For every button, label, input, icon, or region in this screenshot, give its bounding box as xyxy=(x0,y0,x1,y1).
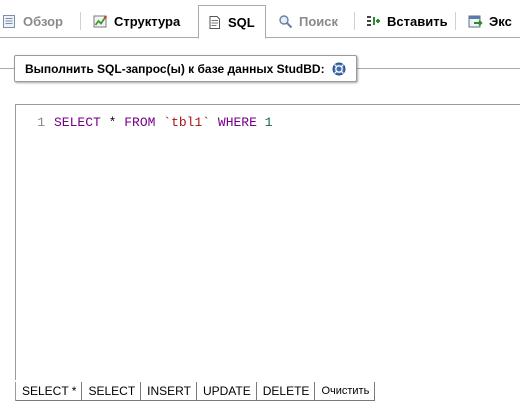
export-icon xyxy=(468,14,483,29)
line-number: 1 xyxy=(37,115,45,130)
structure-icon xyxy=(93,14,108,29)
tab-export-label: Экс xyxy=(489,14,512,29)
tab-export[interactable]: Экс xyxy=(468,5,512,38)
tab-divider xyxy=(455,12,456,30)
browse-icon xyxy=(2,14,17,29)
legend-text: Выполнить SQL-запрос(ы) к базе данных St… xyxy=(25,61,325,76)
token-star: * xyxy=(108,115,117,130)
tab-search[interactable]: Поиск xyxy=(278,5,338,38)
select-star-button[interactable]: SELECT * xyxy=(16,382,83,401)
sql-icon xyxy=(207,15,222,30)
insert-button[interactable]: INSERT xyxy=(141,382,197,401)
code-line: 1 SELECT * FROM `tbl1` WHERE 1 xyxy=(16,114,273,132)
code-text: SELECT * FROM `tbl1` WHERE 1 xyxy=(54,114,273,132)
tab-divider xyxy=(80,12,81,30)
help-icon[interactable] xyxy=(332,62,346,76)
tab-insert-label: Вставить xyxy=(387,14,448,29)
keyword-where: WHERE xyxy=(217,115,257,130)
keyword-select: SELECT xyxy=(54,115,101,130)
keyword-from: FROM xyxy=(124,115,156,130)
delete-button[interactable]: DELETE xyxy=(256,382,316,401)
tab-bar: Обзор Структура SQL Поиск Вставить Экс xyxy=(0,0,520,39)
tab-structure-label: Структура xyxy=(114,14,181,29)
sql-query-legend: Выполнить SQL-запрос(ы) к базе данных St… xyxy=(14,55,357,82)
clear-button[interactable]: Очистить xyxy=(315,382,376,401)
update-button[interactable]: UPDATE xyxy=(196,382,257,401)
tab-browse[interactable]: Обзор xyxy=(2,5,63,38)
search-icon xyxy=(278,14,293,29)
insert-icon xyxy=(366,14,381,29)
sql-query-editor[interactable]: 1 SELECT * FROM `tbl1` WHERE 1 xyxy=(15,104,520,380)
tab-divider xyxy=(354,12,355,30)
tab-sql-label: SQL xyxy=(228,14,255,30)
phpmyadmin-sql-page: Обзор Структура SQL Поиск Вставить Экс В… xyxy=(0,0,520,403)
token-number: 1 xyxy=(264,115,273,130)
query-button-bar: SELECT * SELECT INSERT UPDATE DELETE Очи… xyxy=(15,382,376,401)
tab-search-label: Поиск xyxy=(299,14,339,29)
tab-browse-label: Обзор xyxy=(23,14,63,29)
tab-structure[interactable]: Структура xyxy=(93,5,180,38)
tab-sql[interactable]: SQL xyxy=(198,5,266,39)
select-button[interactable]: SELECT xyxy=(82,382,142,401)
tab-insert[interactable]: Вставить xyxy=(366,5,448,38)
token-table-name: `tbl1` xyxy=(163,115,211,130)
